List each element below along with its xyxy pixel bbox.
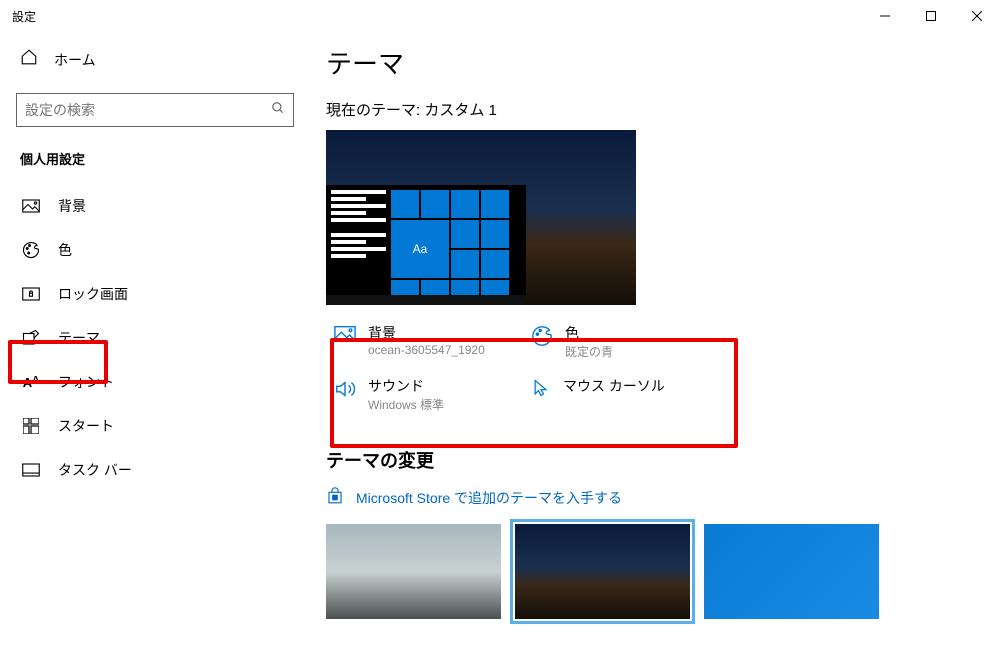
- palette-icon: [22, 241, 40, 259]
- minimize-button[interactable]: [862, 0, 908, 32]
- setting-title: 背景: [368, 323, 485, 343]
- theme-thumb-2[interactable]: [515, 524, 690, 619]
- preview-accent-tile: Aa: [391, 220, 449, 278]
- section-title: 個人用設定: [16, 149, 294, 168]
- sidebar-item-colors[interactable]: 色: [16, 228, 294, 272]
- sidebar-item-fonts[interactable]: AA フォント: [16, 360, 294, 404]
- sidebar-item-label: スタート: [58, 416, 114, 436]
- image-icon: [334, 325, 356, 348]
- theme-preview: Aa: [326, 130, 636, 305]
- content-area: テーマ 現在のテーマ: カスタム 1 Aa: [310, 32, 1000, 663]
- home-icon: [20, 48, 38, 71]
- sidebar-item-label: タスク バー: [58, 460, 132, 480]
- store-icon: [326, 487, 344, 508]
- sidebar-item-label: テーマ: [58, 328, 100, 348]
- setting-background[interactable]: 背景ocean-3605547_1920: [334, 323, 521, 360]
- palette-icon: [531, 325, 553, 352]
- current-theme-label: 現在のテーマ: カスタム 1: [326, 99, 1000, 120]
- close-button[interactable]: [954, 0, 1000, 32]
- store-link[interactable]: Microsoft Store で追加のテーマを入手する: [326, 487, 1000, 508]
- sidebar-item-themes[interactable]: テーマ: [16, 316, 294, 360]
- sidebar-item-lockscreen[interactable]: ロック画面: [16, 272, 294, 316]
- theme-thumb-3[interactable]: [704, 524, 879, 619]
- lock-screen-icon: [22, 287, 40, 301]
- start-icon: [22, 418, 40, 434]
- setting-cursor[interactable]: マウス カーソル: [531, 376, 718, 413]
- setting-sub: ocean-3605547_1920: [368, 343, 485, 357]
- change-theme-heading: テーマの変更: [326, 447, 1000, 473]
- sidebar-item-background[interactable]: 背景: [16, 184, 294, 228]
- page-title: テーマ: [326, 44, 1000, 81]
- sidebar-item-label: ロック画面: [58, 284, 128, 304]
- sidebar-item-start[interactable]: スタート: [16, 404, 294, 448]
- setting-title: サウンド: [368, 376, 444, 396]
- setting-title: 色: [565, 323, 613, 343]
- maximize-button[interactable]: [908, 0, 954, 32]
- home-link[interactable]: ホーム: [16, 38, 294, 81]
- theme-settings-grid: 背景ocean-3605547_1920 色既定の青 サウンドWindows 標…: [326, 315, 726, 421]
- cursor-icon: [531, 378, 551, 403]
- theme-thumb-1[interactable]: [326, 524, 501, 619]
- sidebar-item-label: 背景: [58, 196, 86, 216]
- nav-list: 背景 色 ロック画面 テーマ AA フォント スタート: [16, 184, 294, 492]
- taskbar-icon: [22, 463, 40, 477]
- sidebar-item-taskbar[interactable]: タスク バー: [16, 448, 294, 492]
- sidebar: ホーム 個人用設定 背景 色 ロック画面 テーマ: [0, 32, 310, 663]
- title-bar: 設定: [0, 0, 1000, 32]
- font-icon: AA: [22, 375, 40, 390]
- search-input[interactable]: [25, 102, 271, 118]
- home-label: ホーム: [54, 50, 96, 70]
- sidebar-item-label: 色: [58, 240, 72, 260]
- search-box[interactable]: [16, 93, 294, 127]
- setting-sound[interactable]: サウンドWindows 標準: [334, 376, 521, 413]
- image-icon: [22, 199, 40, 213]
- search-icon: [271, 101, 285, 120]
- window-title: 設定: [12, 8, 36, 25]
- store-link-text: Microsoft Store で追加のテーマを入手する: [356, 488, 622, 508]
- setting-sub: 既定の青: [565, 343, 613, 360]
- sidebar-item-label: フォント: [58, 372, 114, 392]
- window-controls: [862, 0, 1000, 32]
- theme-thumbnails: [326, 524, 1000, 619]
- theme-icon: [22, 329, 40, 347]
- sound-icon: [334, 378, 356, 405]
- setting-color[interactable]: 色既定の青: [531, 323, 718, 360]
- setting-sub: Windows 標準: [368, 396, 444, 413]
- setting-title: マウス カーソル: [563, 376, 665, 396]
